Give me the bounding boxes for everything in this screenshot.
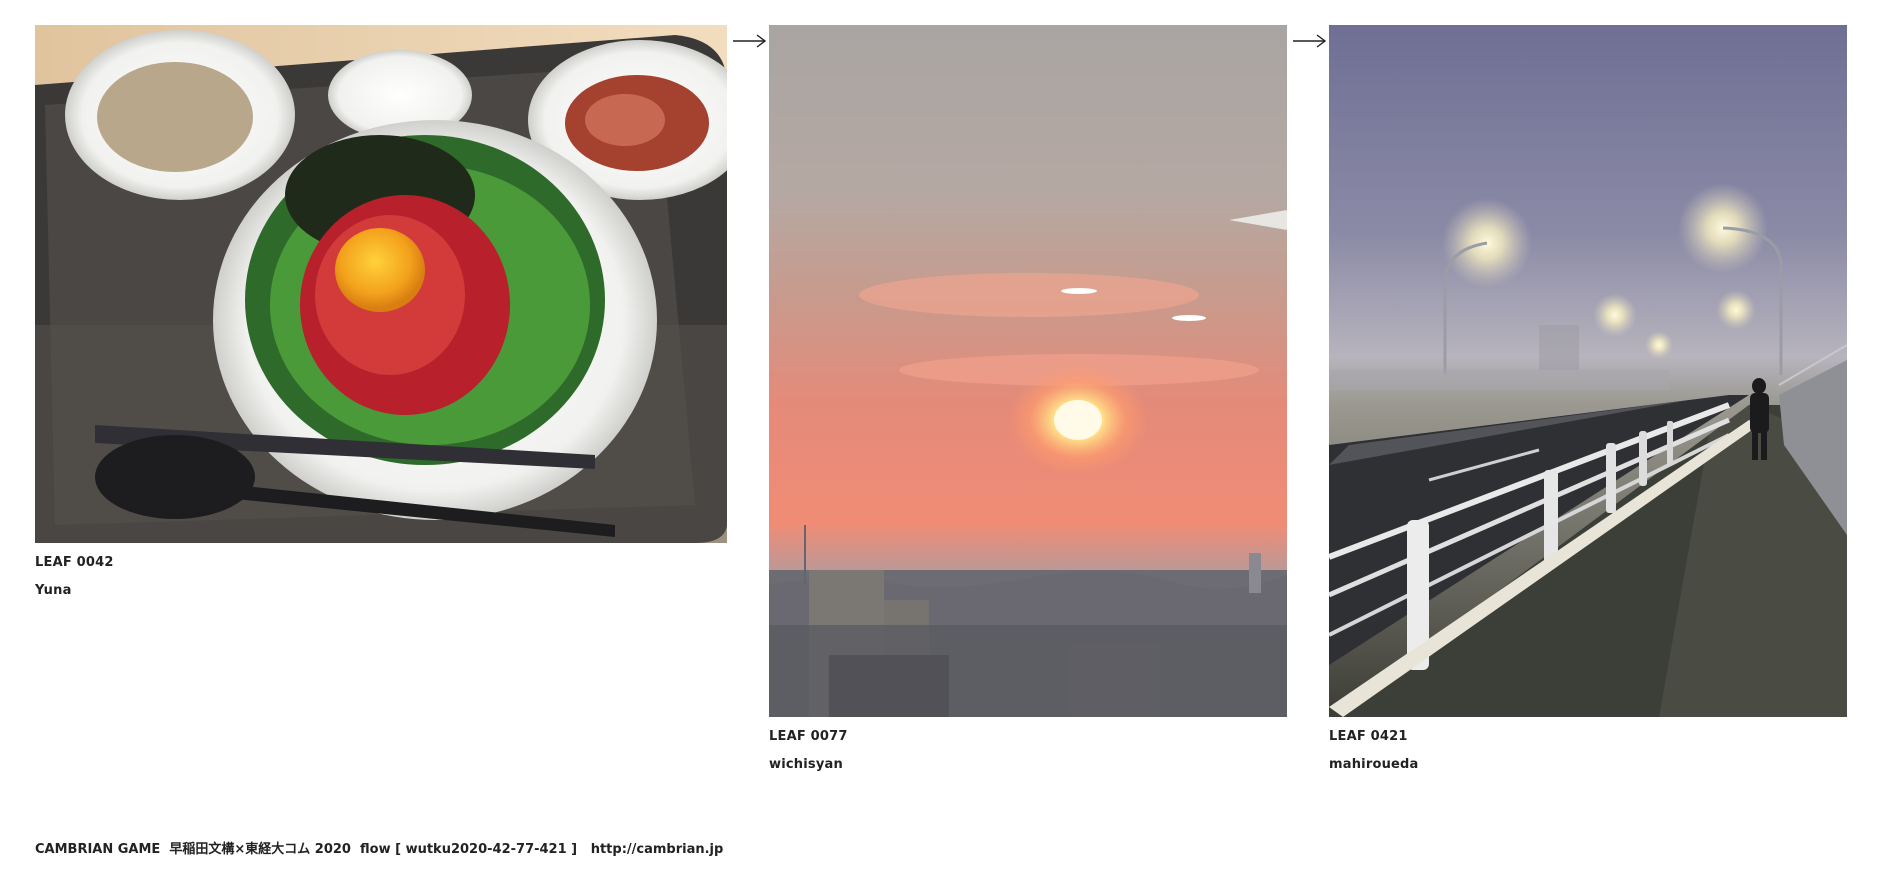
right-arrow-icon (1293, 34, 1327, 48)
leaf-id: LEAF 0042 (35, 555, 114, 570)
footer: CAMBRIAN GAME 早稲田文構×東経大コム 2020 flow [ wu… (35, 838, 723, 857)
leaf-photo-sunset[interactable] (769, 25, 1287, 717)
leaf-id: LEAF 0421 (1329, 729, 1408, 744)
leaf-author: mahiroueda (1329, 757, 1419, 772)
leaf-author: Yuna (35, 583, 72, 598)
leaf-photo-food[interactable] (35, 25, 727, 543)
footer-text: CAMBRIAN GAME 早稲田文構×東経大コム 2020 flow [ wu… (35, 842, 591, 857)
leaf-author: wichisyan (769, 757, 843, 772)
footer-link[interactable]: http://cambrian.jp (591, 842, 724, 857)
right-arrow-icon (733, 34, 767, 48)
leaf-photo-foggy-bridge[interactable] (1329, 25, 1847, 717)
leaf-id: LEAF 0077 (769, 729, 848, 744)
